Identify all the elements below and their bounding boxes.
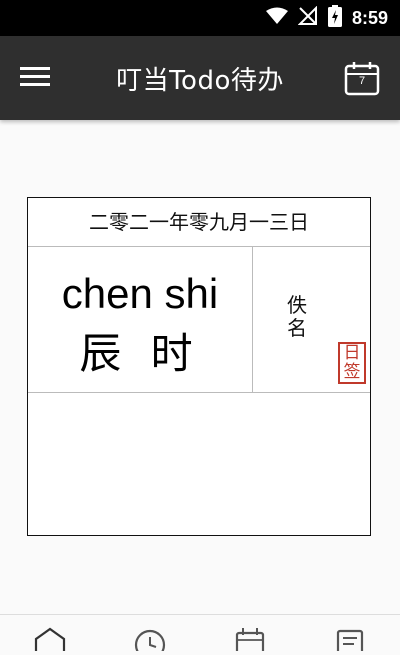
calendar-icon[interactable] bbox=[230, 627, 270, 655]
seal-char: 日 bbox=[343, 343, 361, 363]
calendar-day-number: 7 bbox=[358, 75, 366, 87]
card-content-area bbox=[28, 392, 370, 535]
notes-icon[interactable] bbox=[330, 627, 370, 655]
app-title: 叮当Todo待办 bbox=[116, 66, 284, 96]
author-char: 佚 bbox=[287, 293, 307, 317]
time-cell: chen shi 辰 时 bbox=[28, 246, 253, 393]
author-char: 名 bbox=[287, 316, 307, 340]
wifi-icon bbox=[265, 7, 288, 29]
status-bar: 8:59 bbox=[0, 0, 400, 36]
status-time: 8:59 bbox=[351, 7, 388, 28]
seal-stamp: 日 签 bbox=[338, 342, 366, 384]
battery-charging-icon bbox=[327, 5, 342, 31]
calendar-icon[interactable]: 7 bbox=[344, 60, 380, 96]
card-date: 二零二一年零九月一三日 bbox=[28, 198, 370, 247]
no-signal-icon bbox=[297, 5, 318, 30]
time-hanzi: 辰 时 bbox=[79, 329, 201, 378]
home-icon[interactable] bbox=[30, 627, 70, 651]
daily-sign-card: 二零二一年零九月一三日 chen shi 辰 时 佚 名 日 签 bbox=[27, 197, 371, 536]
author-name: 佚 名 bbox=[286, 294, 308, 340]
bottom-nav bbox=[0, 614, 400, 655]
time-pinyin: chen shi bbox=[61, 270, 219, 317]
signature-cell: 佚 名 日 签 bbox=[252, 246, 370, 393]
seal-char: 签 bbox=[343, 362, 361, 382]
status-icons: 8:59 bbox=[265, 0, 388, 36]
app-bar: 叮当Todo待办 7 bbox=[0, 36, 400, 120]
clock-icon[interactable] bbox=[130, 627, 170, 655]
